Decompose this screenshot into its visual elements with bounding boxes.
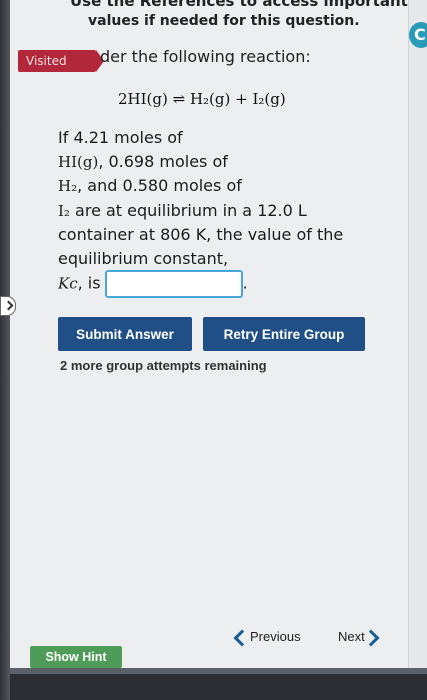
kc-answer-input[interactable]: [104, 270, 243, 298]
expand-arrow-icon[interactable]: [0, 296, 16, 316]
problem-line-5: container at 806 K, the value of the: [58, 225, 344, 244]
attempts-remaining: 2 more group attempts remaining: [60, 358, 267, 373]
species-h2: H₂: [58, 177, 78, 195]
problem-line-3-text: , and 0.580 moles of: [77, 176, 242, 195]
problem-line-6: equilibrium constant,: [58, 248, 229, 268]
problem-line-7: Kc, is.: [58, 270, 368, 298]
previous-label: Previous: [250, 629, 301, 644]
problem-line-4-text: are at equilibrium in a 12.0 L: [69, 200, 307, 220]
left-edge-bar: [0, 0, 10, 700]
references-note-line2: values if needed for this question.: [88, 13, 360, 29]
retry-entire-group-button[interactable]: Retry Entire Group: [203, 317, 365, 351]
chevron-left-icon: [233, 629, 251, 647]
help-badge-icon[interactable]: C: [409, 22, 427, 48]
references-note-line1: Use the References to access important: [70, 0, 408, 10]
kc-symbol: Kc: [58, 274, 78, 293]
problem-line-1: If 4.21 moles of: [58, 128, 183, 147]
problem-line-2: HI(g), 0.698 moles of: [58, 150, 368, 175]
species-hi: HI(g): [58, 152, 99, 171]
bottom-bezel: [10, 668, 427, 700]
kc-text: , is: [77, 273, 101, 293]
period: .: [242, 273, 248, 293]
next-link[interactable]: Next: [338, 629, 380, 647]
problem-line-2-text: , 0.698 moles of: [98, 151, 228, 171]
previous-link[interactable]: Previous: [233, 629, 301, 647]
next-label: Next: [338, 629, 365, 644]
question-intro: der the following reaction:: [100, 47, 311, 66]
right-edge-strip: C: [408, 0, 427, 700]
problem-text: If 4.21 moles of HI(g), 0.698 moles of H…: [58, 126, 368, 298]
problem-line-4: I₂ are at equilibrium in a 12.0 L: [58, 199, 368, 224]
reaction-equation: 2HI(g) ⇌ H₂(g) + I₂(g): [118, 90, 286, 108]
species-i2: I₂: [58, 201, 70, 220]
show-hint-button[interactable]: Show Hint: [30, 646, 122, 668]
problem-line-3: H₂, and 0.580 moles of: [58, 174, 368, 199]
submit-answer-button[interactable]: Submit Answer: [58, 317, 192, 351]
visited-tag: Visited: [18, 50, 104, 72]
